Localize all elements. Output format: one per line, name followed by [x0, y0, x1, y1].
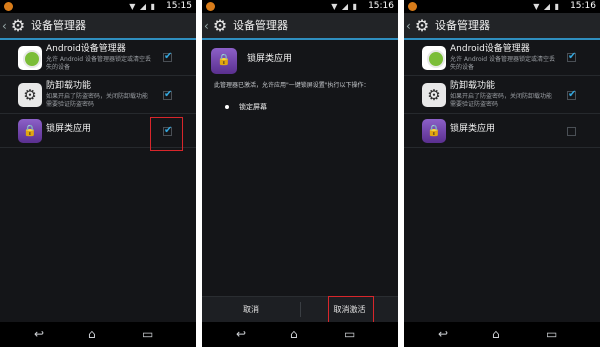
back-arrow-icon[interactable]: ‹ — [2, 19, 7, 33]
recents-icon[interactable]: ▭ — [142, 327, 153, 341]
settings-gear-icon: ⚙ — [414, 16, 430, 35]
screen-1: ▼ ◢ ▮ 15:15 ‹ ⚙ 设备管理器 Android设备管理器 允许 An… — [0, 0, 196, 347]
admin-status-message: 此管理器已激活，允许应用"一键锁屏设置"执行以下操作： — [214, 82, 370, 89]
list-item-title: 锁屏类应用 — [450, 124, 496, 134]
page-title: 设备管理器 — [31, 19, 86, 32]
back-icon[interactable]: ↩ — [34, 327, 44, 341]
list-item-lock-screen-app[interactable]: 🔒 锁屏类应用 — [404, 114, 600, 148]
lock-app-icon: 🔒 — [211, 48, 237, 74]
gear-icon: ⚙ — [18, 83, 42, 107]
navigation-bar: ↩ ⌂ ▭ — [202, 322, 398, 347]
navigation-bar: ↩ ⌂ ▭ — [0, 322, 196, 347]
list-item-anti-uninstall[interactable]: ⚙ 防卸载功能 如果开启了防盗密码，关闭防卸载功能需要验证防盗密码 — [0, 76, 196, 114]
checkbox-android-device-manager[interactable] — [567, 51, 576, 63]
checkbox-lock-screen-app[interactable] — [567, 127, 576, 136]
navigation-bar: ↩ ⌂ ▭ — [404, 322, 600, 347]
list-item-description: 如果开启了防盗密码，关闭防卸载功能需要验证防盗密码 — [450, 93, 553, 108]
status-bar: ▼ ◢ ▮ 15:15 — [0, 0, 196, 13]
action-bar: ‹ ⚙ 设备管理器 — [0, 13, 196, 40]
screen-3: ▼ ◢ ▮ 15:16 ‹ ⚙ 设备管理器 Android设备管理器 允许 An… — [404, 0, 600, 347]
policy-label: 锁定屏幕 — [239, 103, 267, 111]
admin-app-name: 锁屏类应用 — [247, 54, 293, 64]
status-bar: ▼ ◢ ▮ 15:16 — [404, 0, 600, 13]
settings-gear-icon: ⚙ — [10, 16, 26, 35]
status-time: 15:16 — [570, 1, 596, 11]
list-item-title: 锁屏类应用 — [46, 124, 92, 134]
android-device-manager-icon — [422, 46, 446, 70]
status-time: 15:15 — [166, 1, 192, 11]
action-bar: ‹ ⚙ 设备管理器 — [202, 13, 398, 40]
android-device-manager-icon — [18, 46, 42, 70]
signal-icons: ▼ ◢ ▮ — [331, 2, 358, 11]
gear-icon: ⚙ — [422, 83, 446, 107]
notification-app-icon — [4, 2, 13, 11]
back-arrow-icon[interactable]: ‹ — [406, 19, 411, 33]
screen-2: ▼ ◢ ▮ 15:16 ‹ ⚙ 设备管理器 🔒 锁屏类应用 此管理器已激活，允许… — [202, 0, 398, 347]
lock-app-icon: 🔒 — [18, 119, 42, 143]
home-icon[interactable]: ⌂ — [88, 327, 96, 341]
list-item-title: Android设备管理器 — [46, 44, 126, 54]
notification-app-icon — [408, 2, 417, 11]
bullet-icon — [225, 105, 229, 109]
list-item-title: Android设备管理器 — [450, 44, 530, 54]
list-item-description: 如果开启了防盗密码，关闭防卸载功能需要验证防盗密码 — [46, 93, 149, 108]
list-item-anti-uninstall[interactable]: ⚙ 防卸载功能 如果开启了防盗密码，关闭防卸载功能需要验证防盗密码 — [404, 76, 600, 114]
list-item-android-device-manager[interactable]: Android设备管理器 允许 Android 设备管理器锁定或清空丢失的设备 — [0, 40, 196, 76]
lock-app-icon: 🔒 — [422, 119, 446, 143]
back-icon[interactable]: ↩ — [236, 327, 246, 341]
status-time: 15:16 — [368, 1, 394, 11]
signal-icons: ▼ ◢ ▮ — [533, 2, 560, 11]
checkbox-android-device-manager[interactable] — [163, 51, 172, 63]
list-item-android-device-manager[interactable]: Android设备管理器 允许 Android 设备管理器锁定或清空丢失的设备 — [404, 40, 600, 76]
checkbox-anti-uninstall[interactable] — [163, 89, 172, 101]
page-title: 设备管理器 — [233, 19, 288, 32]
status-bar: ▼ ◢ ▮ 15:16 — [202, 0, 398, 13]
cancel-button[interactable]: 取消 — [202, 297, 300, 322]
signal-icons: ▼ ◢ ▮ — [129, 2, 156, 11]
settings-gear-icon: ⚙ — [212, 16, 228, 35]
back-icon[interactable]: ↩ — [438, 327, 448, 341]
highlight-box — [328, 296, 374, 323]
list-item-description: 允许 Android 设备管理器锁定或清空丢失的设备 — [46, 56, 152, 71]
admin-detail-header: 🔒 锁屏类应用 — [208, 46, 392, 76]
notification-app-icon — [206, 2, 215, 11]
home-icon[interactable]: ⌂ — [492, 327, 500, 341]
list-item-title: 防卸载功能 — [450, 81, 496, 91]
action-bar: ‹ ⚙ 设备管理器 — [404, 13, 600, 40]
back-arrow-icon[interactable]: ‹ — [204, 19, 209, 33]
list-item-title: 防卸载功能 — [46, 81, 92, 91]
highlight-box — [150, 117, 183, 151]
home-icon[interactable]: ⌂ — [290, 327, 298, 341]
page-title: 设备管理器 — [435, 19, 490, 32]
recents-icon[interactable]: ▭ — [344, 327, 355, 341]
checkbox-anti-uninstall[interactable] — [567, 89, 576, 101]
list-item-description: 允许 Android 设备管理器锁定或清空丢失的设备 — [450, 56, 556, 71]
recents-icon[interactable]: ▭ — [546, 327, 557, 341]
